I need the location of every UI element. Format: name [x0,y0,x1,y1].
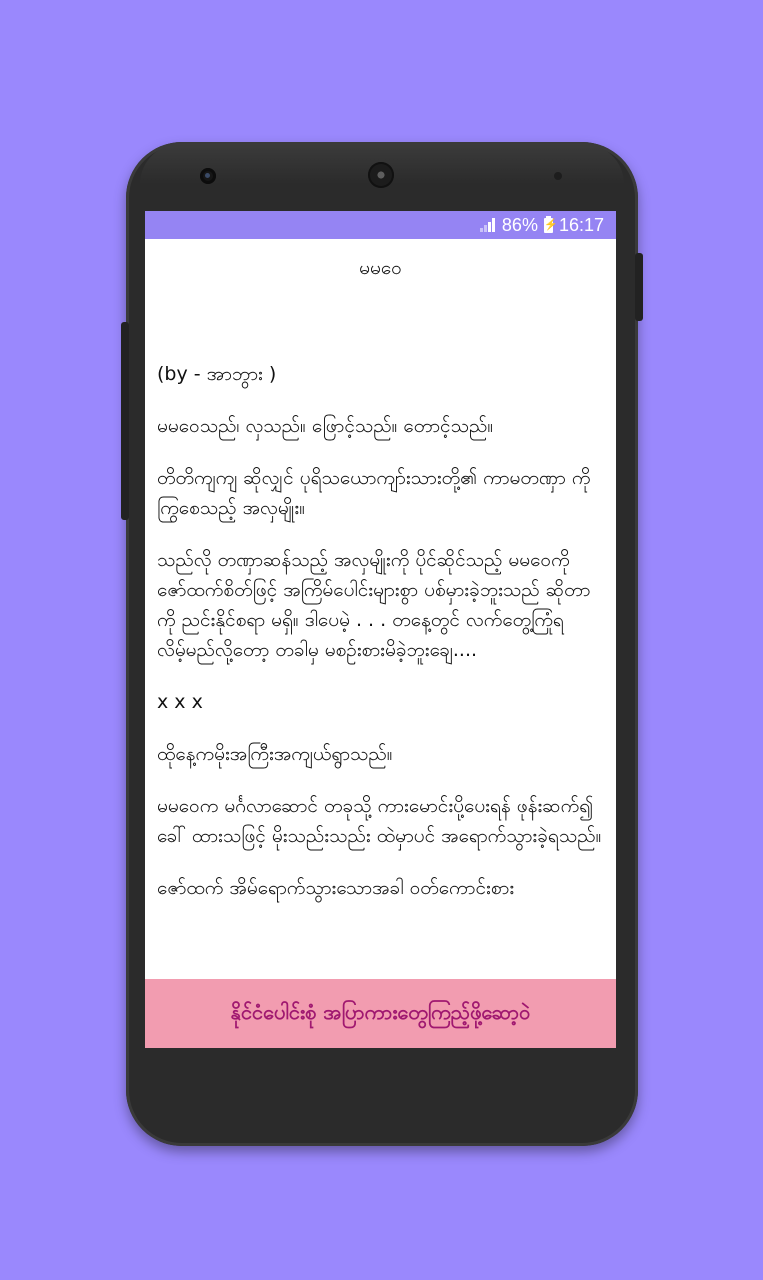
article-body[interactable]: (by - အာဘွား ) မမဝေသည်၊ လှသည်။ ဖြောင့်သည… [157,359,605,971]
volume-button [121,322,129,520]
status-bar-right: 86% 16:17 [479,214,604,236]
article-paragraph: သည်လို တဏှာဆန်သည့် အလှမျိုးကို ပိုင်ဆိုင… [157,549,591,661]
status-bar: 86% 16:17 [145,211,616,239]
article-paragraph: ထိုနေ့ကမိုးအကြီးအကျယ်ရွာသည်။ [157,743,393,765]
front-camera-icon [200,168,216,184]
signal-icon [479,218,496,232]
article-paragraph: (by - အာဘွား ) [157,363,277,385]
clock: 16:17 [558,214,604,235]
article-paragraph: ဇော်ထက် အိမ်ရောက်သွားသောအခါ ဝတ်ကောင်းစား [157,877,515,899]
article-paragraph: မမဝေက မင်္ဂလာဆောင် တခုသို့ ကားမောင်းပို့… [157,795,602,847]
battery-charging-icon [543,215,558,233]
proximity-sensor-icon [554,172,562,180]
phone-screen: 86% 16:17 မမဝေ (by - အာဘွား ) မမဝေသည်၊ လ… [145,211,616,1048]
article-paragraph: မမဝေသည်၊ လှသည်။ ဖြောင့်သည်။ တောင့်သည်။ [157,415,494,437]
power-button [635,253,643,321]
article-paragraph: တိတိကျကျ ဆိုလျှင် ပုရိသယောကျာ်းသားတို့၏ … [157,467,591,519]
article-paragraph: x x x [157,691,203,713]
page-title: မမဝေ [359,257,402,279]
battery-percent: 86% [501,214,538,235]
promo-banner-button[interactable]: နိုင်ငံပေါင်းစုံ အပြာကားတွေကြည့်ဖို့ဆော့… [145,979,616,1048]
earpiece-speaker-icon [368,162,394,188]
